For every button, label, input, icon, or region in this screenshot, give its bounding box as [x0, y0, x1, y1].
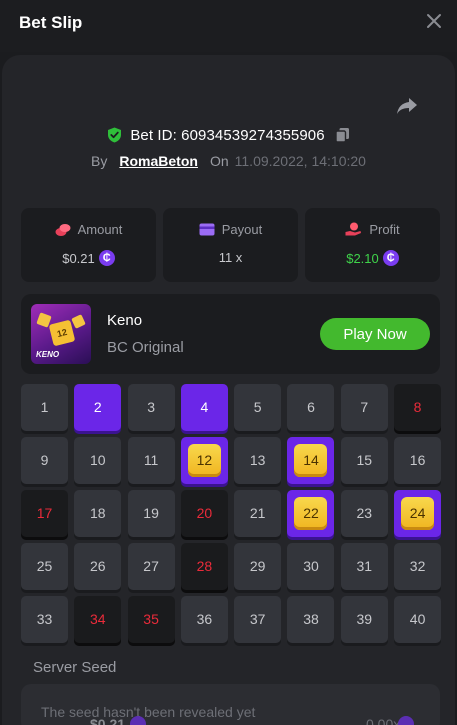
thumb-cube: 12 — [48, 319, 76, 347]
keno-tile: 30 — [287, 543, 335, 590]
bet-id-row: Bet ID: 60934539274355906 — [0, 124, 457, 146]
chips-icon — [55, 223, 71, 236]
keno-tile: 16 — [394, 437, 442, 484]
bet-date: 11.09.2022, 14:10:20 — [234, 153, 366, 169]
keno-tile: 37 — [234, 596, 282, 643]
bet-meta-row: By RomaBeton On 11.09.2022, 14:10:20 — [0, 150, 457, 172]
keno-tile: 28 — [180, 543, 228, 590]
play-now-button[interactable]: Play Now — [320, 318, 430, 350]
keno-tile: 18 — [74, 490, 122, 537]
footer-profit: 0.00x — [366, 716, 401, 725]
keno-tile: 7 — [340, 384, 388, 431]
keno-board: 1 2 3 4 5 6 7 8 9 10 11 12 13 14 15 16 17 18 19 20 21 22 23 24 2… — [21, 384, 442, 643]
keno-tile: 10 — [74, 437, 122, 484]
keno-tile: 11 — [127, 437, 175, 484]
keno-tile: 1 — [21, 384, 68, 431]
game-subtitle: BC Original — [107, 339, 184, 356]
keno-tile: 13 — [234, 437, 282, 484]
shield-check-icon — [108, 127, 122, 143]
keno-tile: 23 — [340, 490, 388, 537]
keno-tile: 36 — [180, 596, 228, 643]
payout-card: Payout 11 x — [163, 208, 298, 282]
hand-coin-icon — [345, 222, 362, 236]
keno-tile: 24 — [394, 490, 442, 537]
keno-tile: 32 — [394, 543, 442, 590]
keno-tile: 15 — [340, 437, 388, 484]
game-card: 12 KENO Keno BC Original Play Now — [21, 294, 440, 374]
payout-value: 11 x — [218, 250, 243, 265]
amount-card: Amount $0.21 ₵ — [21, 208, 156, 282]
keno-tile: 19 — [127, 490, 175, 537]
keno-tile: 21 — [234, 490, 282, 537]
keno-tile: 2 — [74, 384, 122, 431]
keno-tile: 40 — [394, 596, 442, 643]
bc-coin-icon — [130, 716, 146, 725]
page-title: Bet Slip — [19, 13, 83, 32]
game-name: Keno — [107, 312, 143, 329]
amount-value: $0.21 — [62, 250, 95, 266]
footer-peek: $0.21 0.00x — [0, 712, 457, 725]
keno-gem: 12 — [187, 443, 221, 477]
keno-tile: 4 — [180, 384, 228, 431]
keno-tile: 39 — [340, 596, 388, 643]
keno-gem: 22 — [294, 496, 328, 530]
keno-tile: 20 — [180, 490, 228, 537]
bet-slip-header: Bet Slip — [0, 0, 457, 52]
copy-icon[interactable] — [334, 127, 350, 143]
profit-card: Profit $2.10 ₵ — [305, 208, 440, 282]
keno-gem: 14 — [294, 443, 328, 477]
keno-gem: 24 — [401, 496, 435, 530]
on-label: On — [209, 153, 229, 169]
share-icon[interactable] — [396, 96, 418, 116]
keno-tile: 38 — [287, 596, 335, 643]
keno-tile: 8 — [394, 384, 442, 431]
server-seed-label: Server Seed — [33, 659, 117, 676]
bet-stats: Amount $0.21 ₵ Payout 11 x Profit $2.10 … — [21, 208, 440, 282]
keno-tile: 29 — [234, 543, 282, 590]
keno-tile: 34 — [74, 596, 122, 643]
keno-thumbnail[interactable]: 12 KENO — [31, 304, 91, 364]
profit-value: $2.10 — [346, 250, 379, 266]
keno-tile: 14 — [287, 437, 335, 484]
keno-tile: 3 — [127, 384, 175, 431]
keno-tile: 6 — [287, 384, 335, 431]
keno-tile: 9 — [21, 437, 68, 484]
keno-tile: 25 — [21, 543, 68, 590]
profit-label: Profit — [369, 222, 400, 237]
amount-label: Amount — [77, 222, 123, 237]
keno-tile: 27 — [127, 543, 175, 590]
bc-coin-icon — [398, 716, 414, 725]
keno-tile: 12 — [180, 437, 228, 484]
by-label: By — [91, 153, 108, 169]
footer-amount: $0.21 — [90, 716, 126, 725]
bc-coin-icon: ₵ — [382, 250, 399, 266]
bet-id: Bet ID: 60934539274355906 — [130, 126, 325, 144]
keno-tile: 35 — [127, 596, 175, 643]
keno-tile: 31 — [340, 543, 388, 590]
keno-tile: 17 — [21, 490, 68, 537]
user-link[interactable]: RomaBeton — [119, 153, 198, 169]
keno-tile: 33 — [21, 596, 68, 643]
payout-label: Payout — [221, 222, 263, 237]
close-icon[interactable] — [425, 12, 443, 30]
bc-coin-icon: ₵ — [98, 250, 115, 266]
keno-tile: 5 — [234, 384, 282, 431]
keno-tile: 22 — [287, 490, 335, 537]
thumb-cube-small — [71, 314, 86, 329]
thumb-logo-text: KENO — [36, 350, 60, 359]
keno-tile: 26 — [74, 543, 122, 590]
wallet-icon — [199, 223, 215, 236]
